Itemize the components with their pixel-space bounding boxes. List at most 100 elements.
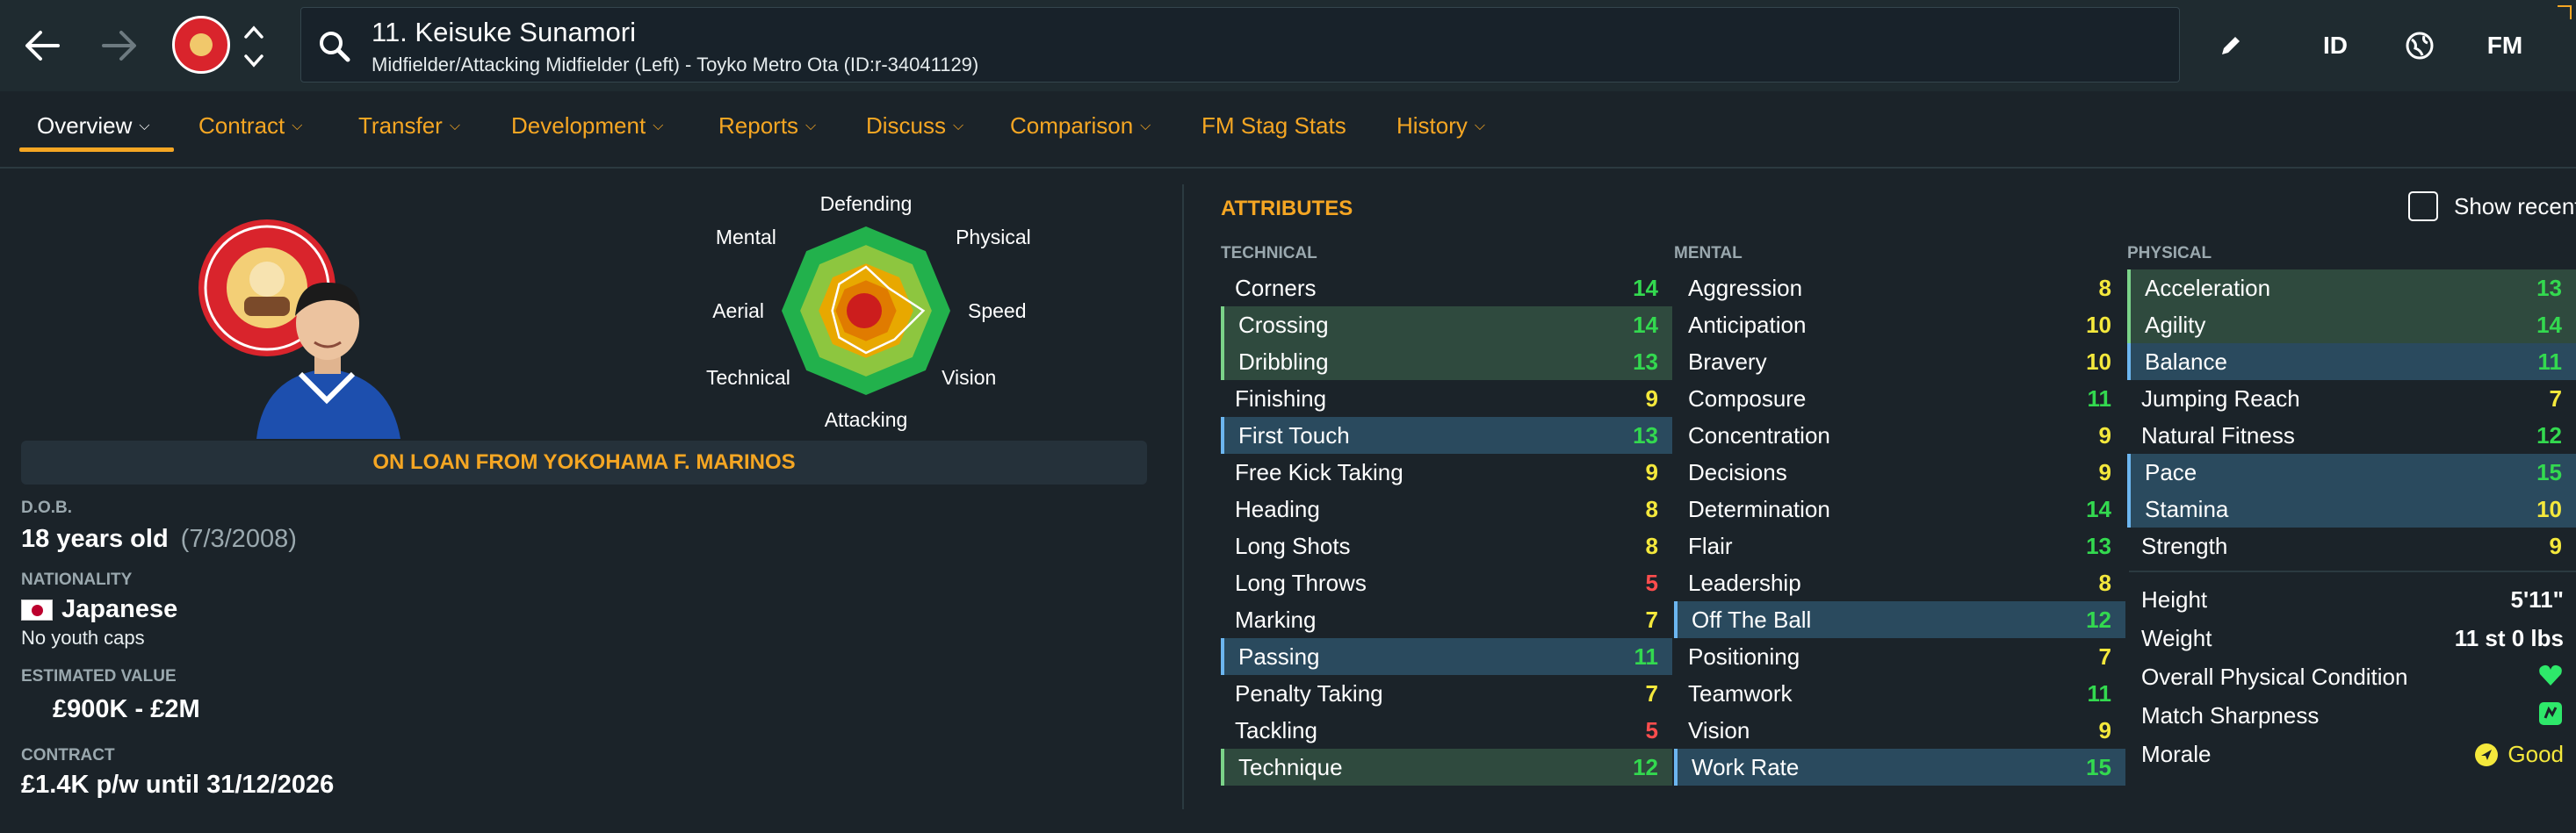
chevron-down-icon: ⌵ xyxy=(653,118,664,133)
attribute-name: Teamwork xyxy=(1688,679,1793,707)
tab-transfer[interactable]: Transfer ⌵ xyxy=(358,112,460,140)
attribute-row[interactable]: Finishing 9 xyxy=(1221,380,1672,417)
attribute-name: Technique xyxy=(1238,753,1343,780)
attribute-row[interactable]: Composure 11 xyxy=(1674,380,2125,417)
attribute-row[interactable]: Flair 13 xyxy=(1674,528,2125,564)
attribute-row[interactable]: Heading 8 xyxy=(1221,491,1672,528)
radar-label-attacking: Attacking xyxy=(825,408,908,431)
attribute-name: Vision xyxy=(1688,716,1750,743)
tab-fm-stag-stats[interactable]: FM Stag Stats xyxy=(1201,112,1346,140)
attribute-name: Tackling xyxy=(1235,716,1317,743)
attribute-row[interactable]: Work Rate 15 xyxy=(1674,749,2125,786)
attribute-row[interactable]: Teamwork 11 xyxy=(1674,675,2125,712)
contract-value: £1.4K p/w until 31/12/2026 xyxy=(21,771,335,799)
attribute-row[interactable]: Concentration 9 xyxy=(1674,417,2125,454)
attribute-row[interactable]: First Touch 13 xyxy=(1221,417,1672,454)
show-recent-toggle[interactable]: Show recent xyxy=(2408,191,2576,221)
morale-icon xyxy=(2475,743,2499,766)
attribute-name: Work Rate xyxy=(1692,753,1800,780)
player-search-box[interactable]: 11. Keisuke Sunamori Midfielder/Attackin… xyxy=(300,7,2180,83)
tab-discuss[interactable]: Discuss ⌵ xyxy=(866,112,963,140)
morale-status: Good xyxy=(2474,741,2564,768)
dob-label: D.O.B. xyxy=(21,499,73,517)
attribute-row[interactable]: Tackling 5 xyxy=(1221,712,1672,749)
attribute-value: 9 xyxy=(2098,421,2111,449)
attribute-row[interactable]: Positioning 7 xyxy=(1674,638,2125,675)
attribute-row[interactable]: Acceleration 13 xyxy=(2127,269,2576,306)
condition-label: Overall Physical Condition xyxy=(2141,664,2408,690)
attribute-value: 15 xyxy=(2086,753,2111,780)
attribute-row[interactable]: Pace 15 xyxy=(2127,454,2576,491)
attribute-row[interactable]: Strength 9 xyxy=(2127,528,2576,564)
attribute-name: Determination xyxy=(1688,495,1830,522)
attribute-row[interactable]: Jumping Reach 7 xyxy=(2127,380,2576,417)
sharpness-label: Match Sharpness xyxy=(2141,702,2320,729)
attribute-value: 9 xyxy=(2098,458,2111,485)
attribute-value: 15 xyxy=(2536,458,2562,485)
attribute-row[interactable]: Free Kick Taking 9 xyxy=(1221,454,1672,491)
tab-reports[interactable]: Reports ⌵ xyxy=(718,112,816,140)
active-tab-indicator xyxy=(19,147,174,152)
attribute-row[interactable]: Vision 9 xyxy=(1674,712,2125,749)
attribute-row[interactable]: Off The Ball 12 xyxy=(1674,601,2125,638)
attribute-value: 12 xyxy=(2086,606,2111,633)
show-recent-checkbox[interactable] xyxy=(2408,191,2438,221)
attribute-row[interactable]: Crossing 14 xyxy=(1221,306,1672,343)
attribute-value: 12 xyxy=(1633,753,1658,780)
attribute-row[interactable]: Dribbling 13 xyxy=(1221,343,1672,380)
tab-comparison[interactable]: Comparison ⌵ xyxy=(1010,112,1151,140)
attributes-title: ATTRIBUTES xyxy=(1221,197,1353,220)
attribute-row[interactable]: Penalty Taking 7 xyxy=(1221,675,1672,712)
forward-button[interactable] xyxy=(95,21,144,70)
attribute-row[interactable]: Marking 7 xyxy=(1221,601,1672,638)
morale-value: Good xyxy=(2507,741,2564,767)
chevron-down-icon: ⌵ xyxy=(449,118,460,133)
edit-button[interactable] xyxy=(2212,26,2250,65)
height-label: Height xyxy=(2141,586,2208,613)
id-button[interactable]: ID xyxy=(2313,26,2357,65)
attribute-row[interactable]: Balance 11 xyxy=(2127,343,2576,380)
attribute-name: Heading xyxy=(1235,495,1320,522)
club-badge[interactable] xyxy=(172,16,230,74)
attribute-value: 9 xyxy=(2549,532,2562,559)
attribute-row[interactable]: Passing 11 xyxy=(1221,638,1672,675)
attribute-row[interactable]: Corners 14 xyxy=(1221,269,1672,306)
back-button[interactable] xyxy=(18,21,67,70)
attribute-row[interactable]: Long Shots 8 xyxy=(1221,528,1672,564)
fm-menu-button[interactable]: FM xyxy=(2477,26,2533,65)
attribute-name: First Touch xyxy=(1238,421,1350,449)
player-switcher[interactable] xyxy=(241,19,267,72)
attribute-row[interactable]: Agility 14 xyxy=(2127,306,2576,343)
attribute-row[interactable]: Aggression 8 xyxy=(1674,269,2125,306)
globe-icon xyxy=(2406,32,2434,60)
attribute-value: 13 xyxy=(1633,421,1658,449)
sharpness-status xyxy=(2537,700,2564,733)
globe-button[interactable] xyxy=(2398,26,2442,65)
attribute-row[interactable]: Technique 12 xyxy=(1221,749,1672,786)
tab-contract[interactable]: Contract ⌵ xyxy=(198,112,302,140)
attribute-name: Finishing xyxy=(1235,384,1327,412)
attribute-row[interactable]: Natural Fitness 12 xyxy=(2127,417,2576,454)
attribute-name: Crossing xyxy=(1238,311,1329,338)
player-subtitle: Midfielder/Attacking Midfielder (Left) -… xyxy=(372,54,979,75)
tab-history[interactable]: History ⌵ xyxy=(1396,112,1485,140)
attribute-row[interactable]: Bravery 10 xyxy=(1674,343,2125,380)
attribute-value: 14 xyxy=(1633,311,1658,338)
nationality-value[interactable]: Japanese xyxy=(21,595,177,624)
attribute-row[interactable]: Stamina 10 xyxy=(2127,491,2576,528)
attribute-row[interactable]: Long Throws 5 xyxy=(1221,564,1672,601)
attribute-row[interactable]: Leadership 8 xyxy=(1674,564,2125,601)
arrow-left-icon xyxy=(25,31,60,61)
attribute-name: Long Throws xyxy=(1235,569,1367,596)
attribute-name: Leadership xyxy=(1688,569,1801,596)
tab-overview[interactable]: Overview ⌵ xyxy=(37,112,150,140)
tab-development[interactable]: Development ⌵ xyxy=(511,112,663,140)
attribute-value: 7 xyxy=(2098,643,2111,670)
attribute-value: 9 xyxy=(2098,716,2111,743)
attribute-row[interactable]: Determination 14 xyxy=(1674,491,2125,528)
tab-label: Overview xyxy=(37,112,133,139)
attribute-row[interactable]: Anticipation 10 xyxy=(1674,306,2125,343)
attribute-row[interactable]: Decisions 9 xyxy=(1674,454,2125,491)
condition-status xyxy=(2537,662,2564,694)
attribute-value: 9 xyxy=(1645,384,1658,412)
